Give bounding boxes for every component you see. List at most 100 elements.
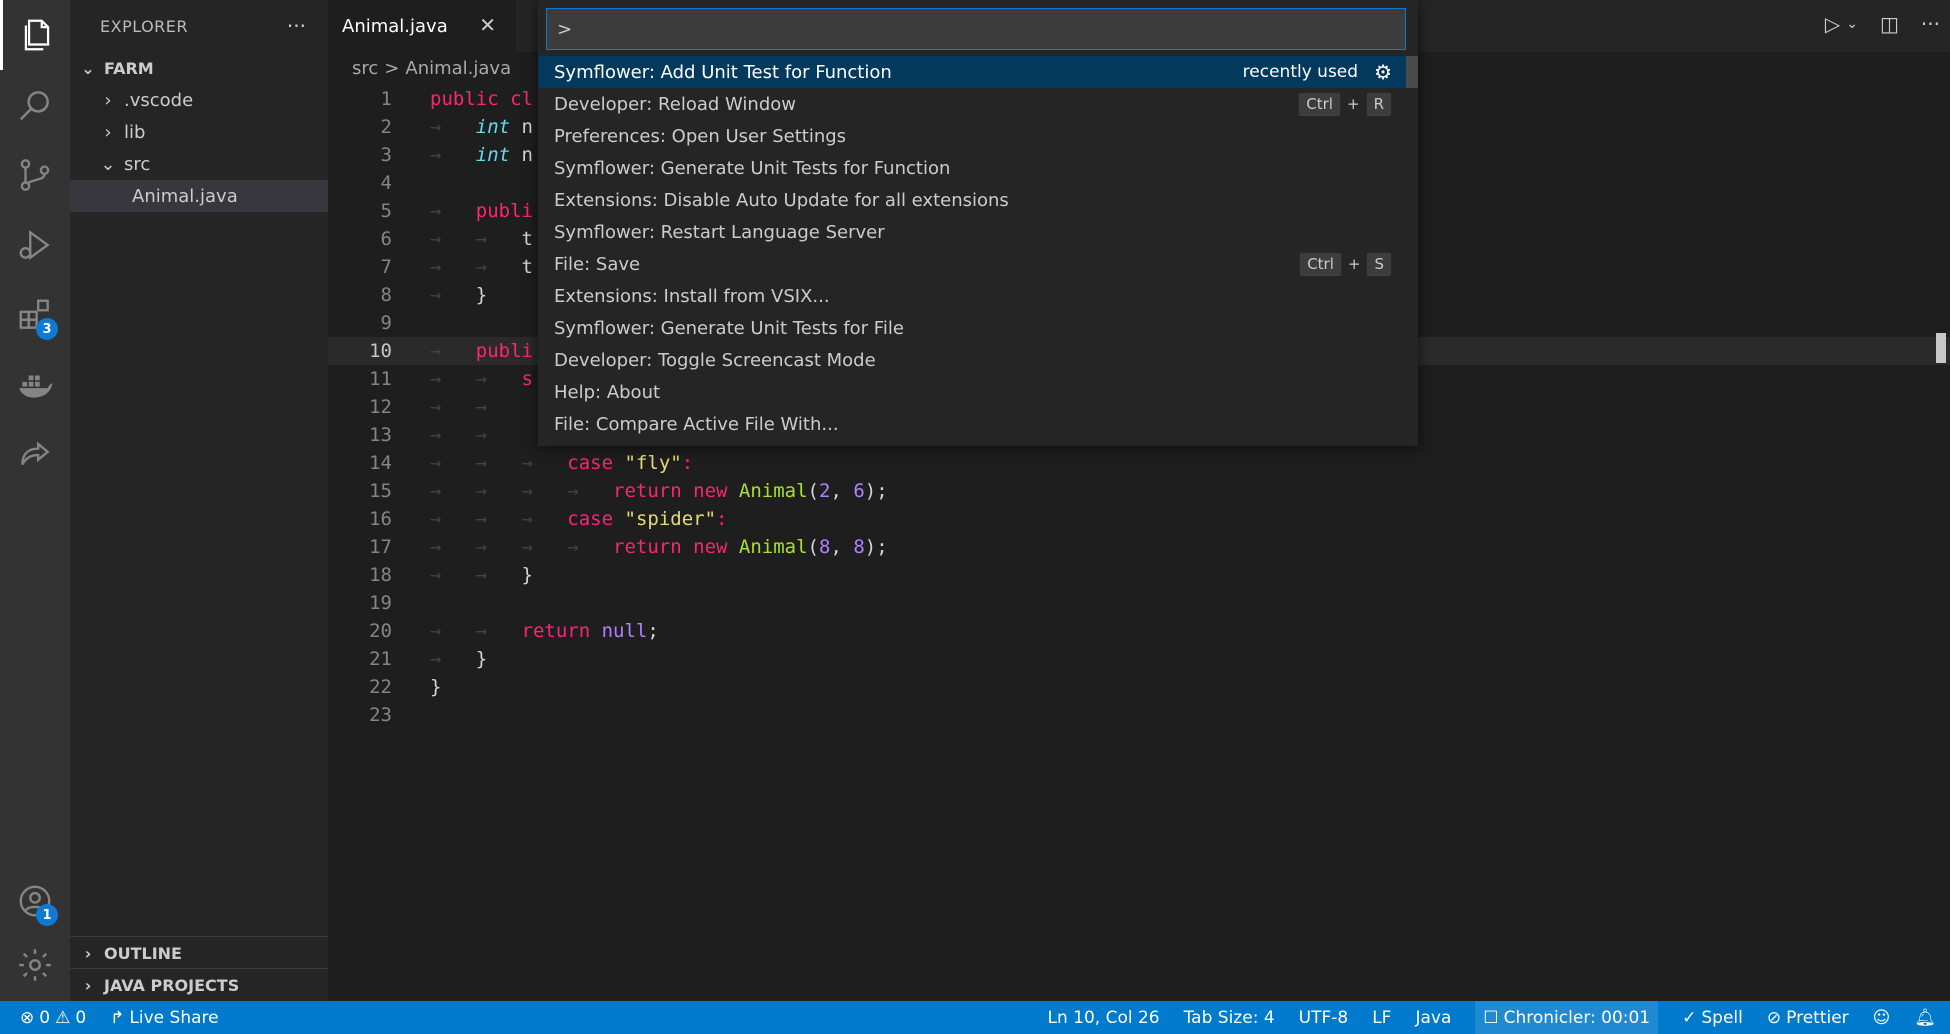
keybinding-key: Ctrl — [1298, 92, 1341, 116]
square-icon: ☐ — [1483, 1007, 1499, 1028]
command-item[interactable]: Developer: Toggle Screencast Mode — [538, 344, 1418, 376]
tree-item-src[interactable]: ⌄ src — [70, 148, 328, 180]
command-label: File: Save — [554, 253, 641, 275]
docker-icon — [19, 375, 53, 398]
check-icon: ✓ — [1682, 1007, 1697, 1028]
tab-label: Animal.java — [342, 15, 448, 37]
command-list: Symflower: Add Unit Test for Function re… — [538, 56, 1418, 440]
command-item[interactable]: Symflower: Restart Language Server — [538, 216, 1418, 248]
command-palette: Symflower: Add Unit Test for Function re… — [538, 0, 1418, 446]
tab-animal-java[interactable]: Animal.java ✕ — [328, 0, 516, 52]
scrollbar-cursor-marker[interactable] — [1936, 333, 1946, 363]
palette-scrollbar[interactable] — [1406, 56, 1418, 88]
eol-status[interactable]: LF — [1372, 1008, 1391, 1028]
outline-label: OUTLINE — [104, 943, 182, 963]
command-palette-input[interactable] — [546, 8, 1406, 50]
live-share-label: Live Share — [129, 1007, 219, 1028]
status-bar: ⊗ 0 ⚠ 0 ↱ Live Share Ln 10, Col 26 Tab S… — [0, 1001, 1950, 1034]
command-item[interactable]: Preferences: Open User Settings — [538, 120, 1418, 152]
breadcrumb-separator: > — [384, 57, 400, 79]
tree-item-label: lib — [124, 121, 146, 143]
explorer-activity-button[interactable] — [0, 0, 70, 70]
cursor-position-status[interactable]: Ln 10, Col 26 — [1047, 1008, 1159, 1028]
tree-item-animal-java[interactable]: Animal.java — [70, 180, 328, 212]
command-item[interactable]: File: Save Ctrl + S — [538, 248, 1418, 280]
run-icon[interactable]: ▷ — [1825, 12, 1840, 36]
command-label: Symflower: Add Unit Test for Function — [554, 61, 892, 83]
java-projects-label: JAVA PROJECTS — [104, 975, 240, 995]
extensions-activity-button[interactable]: 3 — [0, 280, 70, 350]
tree-item-vscode[interactable]: › .vscode — [70, 84, 328, 116]
code-line: 19 — [369, 592, 392, 614]
code-line: 15 → → → → return new Animal(2, 6); — [369, 480, 888, 502]
extensions-badge: 3 — [36, 318, 58, 340]
chevron-right-icon: › — [84, 943, 92, 963]
more-actions-icon[interactable]: ··· — [1921, 12, 1940, 36]
warning-icon: ⚠ — [55, 1007, 71, 1028]
command-item[interactable]: Symflower: Generate Unit Tests for Funct… — [538, 152, 1418, 184]
feedback-icon[interactable]: ☺ — [1873, 1008, 1891, 1028]
workspace-root[interactable]: ⌄ FARM — [70, 52, 328, 84]
error-count: 0 — [39, 1007, 51, 1028]
breadcrumb-item[interactable]: Animal.java — [405, 58, 511, 79]
outline-section[interactable]: › OUTLINE — [70, 936, 328, 969]
code-line: 22} — [369, 676, 442, 698]
command-item[interactable]: Developer: Reload Window Ctrl + R — [538, 88, 1418, 120]
chevron-down-icon: ⌄ — [100, 153, 116, 175]
language-status[interactable]: Java — [1415, 1008, 1451, 1028]
keybinding-key: Ctrl — [1299, 252, 1342, 276]
docker-activity-button[interactable] — [0, 350, 70, 420]
live-share-activity-button[interactable] — [0, 420, 70, 490]
more-actions-icon[interactable]: ··· — [287, 14, 306, 38]
chevron-right-icon: › — [84, 975, 92, 995]
error-icon: ⊗ — [20, 1007, 35, 1028]
command-label: Developer: Reload Window — [554, 93, 796, 115]
close-icon[interactable]: ✕ — [479, 13, 496, 37]
command-label: Developer: Toggle Screencast Mode — [554, 349, 876, 371]
encoding-status[interactable]: UTF-8 — [1299, 1008, 1349, 1028]
command-item[interactable]: Symflower: Add Unit Test for Function re… — [538, 56, 1418, 88]
chronicler-label: Chronicler: 00:01 — [1503, 1007, 1651, 1028]
recently-used-label: recently used — [1242, 62, 1359, 82]
tree-item-lib[interactable]: › lib — [70, 116, 328, 148]
notifications-bell-icon[interactable]: 🔔︎ — [1914, 1008, 1936, 1028]
code-line: 20 → → return null; — [369, 620, 659, 642]
live-share-icon: ↱ — [110, 1007, 125, 1028]
tree-item-label: src — [124, 153, 151, 175]
code-line: 21 → } — [369, 648, 488, 670]
problems-status[interactable]: ⊗ 0 ⚠ 0 — [20, 1008, 86, 1028]
prettier-status[interactable]: ⊘ Prettier — [1767, 1008, 1849, 1028]
tab-size-status[interactable]: Tab Size: 4 — [1184, 1008, 1275, 1028]
command-label: Extensions: Disable Auto Update for all … — [554, 189, 1009, 211]
source-control-icon — [20, 159, 50, 191]
command-label: Symflower: Generate Unit Tests for Funct… — [554, 157, 951, 179]
live-share-status[interactable]: ↱ Live Share — [110, 1008, 218, 1028]
command-item[interactable]: Symflower: Generate Unit Tests for File — [538, 312, 1418, 344]
gear-icon[interactable]: ⚙ — [1374, 60, 1392, 84]
command-item[interactable]: Extensions: Disable Auto Update for all … — [538, 184, 1418, 216]
keybinding-key: R — [1365, 92, 1392, 116]
split-editor-icon[interactable]: ◫ — [1880, 12, 1899, 36]
chronicler-status[interactable]: ☐ Chronicler: 00:01 — [1475, 1001, 1659, 1034]
chevron-right-icon: › — [104, 89, 112, 111]
search-activity-button[interactable] — [0, 70, 70, 140]
spell-label: Spell — [1701, 1007, 1743, 1028]
code-line: 17 → → → → return new Animal(8, 8); — [369, 536, 888, 558]
settings-activity-button[interactable] — [0, 930, 70, 1000]
run-debug-activity-button[interactable] — [0, 210, 70, 280]
command-item[interactable]: File: Compare Active File With... — [538, 408, 1418, 440]
settings-gear-icon — [19, 949, 51, 981]
command-item[interactable]: Help: About — [538, 376, 1418, 408]
command-label: Preferences: Open User Settings — [554, 125, 847, 147]
java-projects-section[interactable]: › JAVA PROJECTS — [70, 968, 328, 1001]
source-control-activity-button[interactable] — [0, 140, 70, 210]
code-line: 14 → → → case "fly": — [369, 452, 694, 474]
chevron-down-icon[interactable]: ⌄ — [1846, 16, 1858, 32]
explorer-sidebar: EXPLORER ··· ⌄ FARM › .vscode › lib ⌄ sr… — [70, 0, 328, 1001]
spell-status[interactable]: ✓ Spell — [1682, 1008, 1743, 1028]
command-item[interactable]: Extensions: Install from VSIX... — [538, 280, 1418, 312]
files-icon — [24, 19, 49, 51]
accounts-activity-button[interactable]: 1 — [0, 866, 70, 936]
breadcrumb-item[interactable]: src — [352, 58, 378, 79]
run-debug-icon — [19, 230, 50, 260]
